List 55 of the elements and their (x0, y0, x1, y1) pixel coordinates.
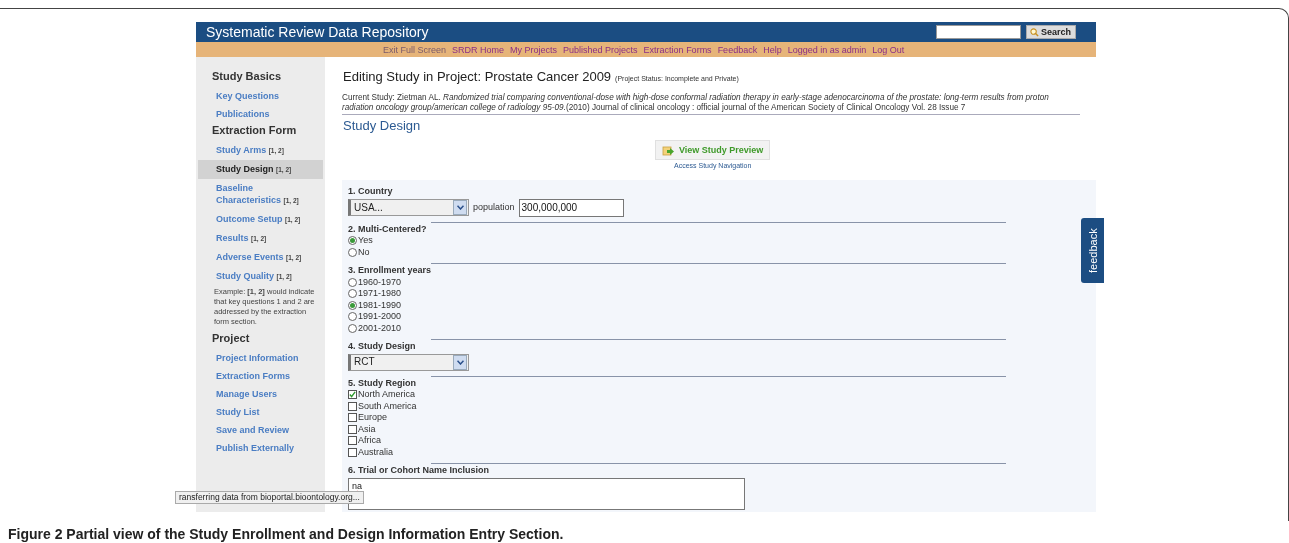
nav-link[interactable]: Published Projects (563, 44, 638, 55)
dropdown[interactable]: USA... (348, 199, 469, 216)
feedback-tab[interactable]: feedback (1081, 218, 1104, 283)
radio-option[interactable]: 1981-1990 (348, 299, 402, 311)
chevron-down-icon (456, 359, 464, 365)
sidebar-item[interactable]: Publications (198, 105, 323, 123)
question-label: 4. Study Design (348, 341, 416, 353)
nav-link[interactable]: Help (763, 44, 782, 55)
question-label: 3. Enrollment years (348, 265, 432, 277)
question-label: 1. Country (348, 186, 393, 198)
status-bar: ransferring data from bioportal.bioontology.org... (175, 491, 364, 504)
checkbox-option[interactable]: South America (348, 400, 417, 412)
nav-link[interactable]: Logged in as admin (787, 44, 867, 55)
sidebar-item[interactable]: Manage Users (198, 385, 323, 403)
checkmark-icon (349, 391, 356, 399)
checkbox-option[interactable]: Asia (348, 423, 376, 435)
radio-option[interactable]: 1991-2000 (348, 311, 402, 323)
nav-link[interactable]: My Projects (510, 44, 558, 55)
site-title: Systematic Review Data Repository (206, 24, 430, 40)
figure-caption: Figure 2 Partial view of the Study Enrollment and Design Information Entry Section. (8, 526, 564, 542)
sidebar-item[interactable]: Project Information (198, 349, 323, 367)
question-label: 6. Trial or Cohort Name Inclusion (348, 465, 490, 477)
sidebar-item[interactable]: Extraction Forms (198, 367, 323, 385)
radio-option[interactable]: Yes (348, 235, 373, 247)
sidebar-item[interactable]: Study List (198, 403, 323, 421)
text-field[interactable]: 300,000,000 (518, 198, 624, 217)
section-heading: Study Basics (211, 70, 282, 83)
nav-link[interactable]: Extraction Forms (643, 44, 712, 55)
checkbox-option[interactable]: Australia (348, 446, 393, 458)
nav-link[interactable]: Feedback (717, 44, 758, 55)
checkbox-option[interactable]: Africa (348, 435, 381, 447)
sidebar-item[interactable]: Save and Review (198, 421, 323, 439)
nav-link[interactable]: Log Out (872, 44, 905, 55)
radio-option[interactable]: 1960-1970 (348, 276, 402, 288)
section-heading: Project (211, 332, 250, 345)
sidebar-item[interactable]: Key Questions (198, 87, 323, 105)
sidebar-item[interactable]: Publish Externally (198, 439, 323, 457)
search-icon (1030, 27, 1039, 37)
nav-link[interactable]: SRDR Home (452, 44, 505, 55)
question-label: 5. Study Region (348, 377, 416, 389)
search-field[interactable] (936, 25, 1021, 39)
dropdown[interactable]: RCT (348, 353, 469, 371)
question-label: 2. Multi-Centered? (348, 223, 427, 235)
section-heading: Extraction Form (211, 124, 297, 137)
chevron-down-icon (456, 205, 464, 210)
radio-option[interactable]: No (348, 246, 370, 258)
search-button[interactable]: Search (1026, 25, 1076, 39)
page-title: Editing Study in Project: Prostate Cancer 2009 (343, 69, 612, 84)
radio-option[interactable]: 1971-1980 (348, 288, 402, 300)
radio-option[interactable]: 2001-2010 (348, 322, 402, 334)
study-citation: Current Study: Zietman AL. Randomized trial comparing conventional-dose with high-dose conformal radiation therapy in early-stage adenocarcinoma of the prostate: long-term results from proton radiation oncology group/american college of radiology 95-09.(2010) Journal of clinical oncology : official journal of the American Society of Clinical Oncology Vol. 28 Issue 7 (342, 93, 1080, 115)
section-title: Study Design (343, 118, 422, 133)
checkbox-option[interactable]: North America (348, 389, 416, 401)
field-label: population (473, 201, 515, 214)
checkbox-option[interactable]: Europe (348, 412, 388, 424)
